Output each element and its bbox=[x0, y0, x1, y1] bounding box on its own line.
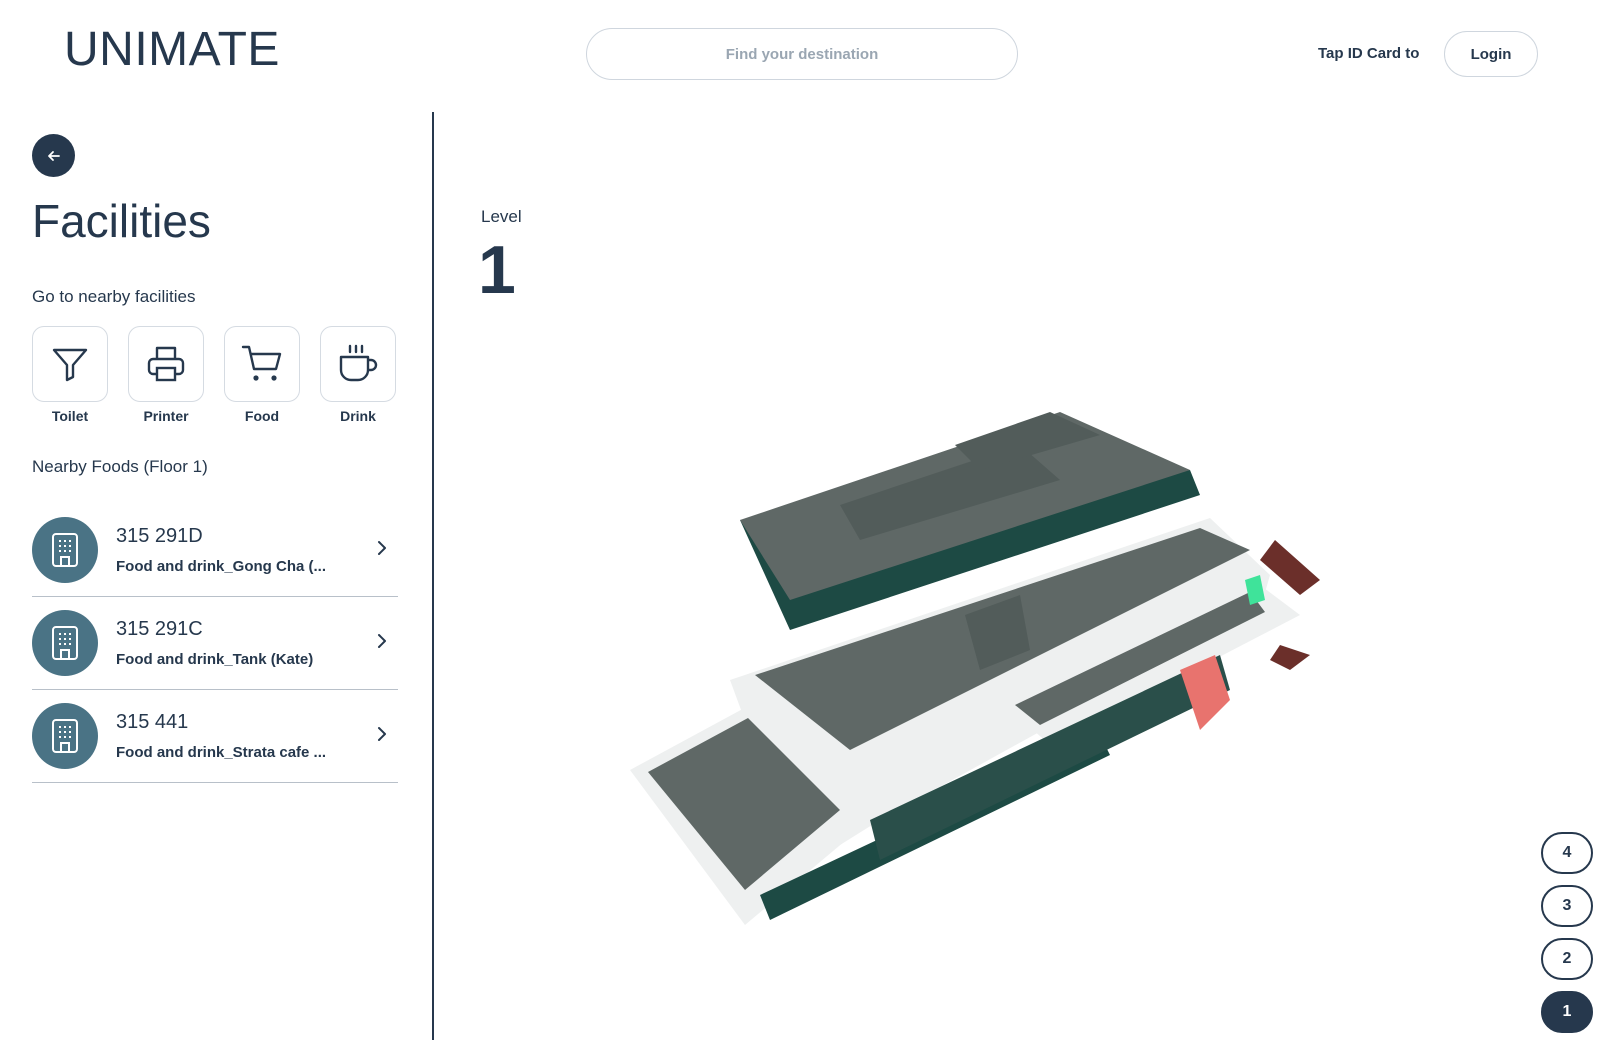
facility-icon-box bbox=[224, 326, 300, 402]
facility-label: Printer bbox=[143, 408, 189, 424]
facility-label: Food bbox=[244, 408, 280, 424]
food-room-number: 315 441 bbox=[116, 711, 189, 733]
food-name: Food and drink_Strata cafe ... bbox=[116, 744, 327, 761]
avatar bbox=[32, 703, 98, 769]
facility-label: Toilet bbox=[51, 408, 89, 424]
page-title: Facilities bbox=[32, 195, 211, 247]
floor-button-1[interactable]: 1 bbox=[1541, 991, 1593, 1033]
chevron-right-icon bbox=[378, 727, 386, 741]
balcony bbox=[1270, 645, 1310, 670]
building-icon bbox=[52, 626, 78, 660]
facility-icon-box bbox=[128, 326, 204, 402]
arrow-left-icon bbox=[47, 150, 60, 161]
facility-toilet-button[interactable]: Toilet bbox=[32, 326, 108, 424]
back-button[interactable] bbox=[32, 134, 75, 177]
food-room-number: 315 291D bbox=[116, 525, 203, 547]
avatar bbox=[32, 610, 98, 676]
balcony bbox=[1260, 540, 1320, 595]
facility-icon-box bbox=[320, 326, 396, 402]
login-button[interactable]: Login bbox=[1444, 31, 1538, 77]
nearby-facilities-heading: Go to nearby facilities bbox=[32, 287, 196, 306]
avatar bbox=[32, 517, 98, 583]
list-item[interactable]: 315 441 Food and drink_Strata cafe ... bbox=[32, 690, 398, 783]
list-item[interactable]: 315 291C Food and drink_Tank (Kate) bbox=[32, 597, 398, 690]
floor-button-3[interactable]: 3 bbox=[1541, 885, 1593, 927]
panel-divider bbox=[432, 112, 434, 1040]
floor-button-4[interactable]: 4 bbox=[1541, 832, 1593, 874]
food-room-number: 315 291C bbox=[116, 618, 203, 640]
chevron-right-icon bbox=[378, 634, 386, 648]
food-name: Food and drink_Gong Cha (... bbox=[116, 558, 326, 575]
building-icon bbox=[52, 719, 78, 753]
tap-id-label: Tap ID Card to bbox=[1318, 45, 1420, 62]
facility-printer-button[interactable]: Printer bbox=[128, 326, 204, 424]
cup-icon bbox=[339, 344, 378, 382]
facility-label: Drink bbox=[340, 408, 376, 424]
facility-food-button[interactable]: Food bbox=[224, 326, 300, 424]
food-name: Food and drink_Tank (Kate) bbox=[116, 651, 314, 668]
level-number: 1 bbox=[478, 232, 516, 308]
floor-button-2[interactable]: 2 bbox=[1541, 938, 1593, 980]
filter-icon bbox=[52, 348, 88, 382]
app-logo[interactable]: UNIMATE bbox=[64, 22, 280, 77]
search-input[interactable] bbox=[587, 44, 1017, 64]
level-label: Level bbox=[481, 207, 522, 226]
facility-buttons: Toilet Printer Food Drink bbox=[32, 326, 396, 424]
chevron-right-icon bbox=[378, 541, 386, 555]
nearby-foods-list: 315 291D Food and drink_Gong Cha (... 31… bbox=[32, 504, 398, 783]
nearby-foods-heading: Nearby Foods (Floor 1) bbox=[32, 457, 208, 476]
list-item[interactable]: 315 291D Food and drink_Gong Cha (... bbox=[32, 504, 398, 597]
facility-icon-box bbox=[32, 326, 108, 402]
cart-icon bbox=[241, 345, 282, 381]
facility-drink-button[interactable]: Drink bbox=[320, 326, 396, 424]
search-bar[interactable] bbox=[586, 28, 1018, 80]
building-icon bbox=[52, 533, 78, 567]
printer-icon bbox=[147, 346, 185, 382]
building-3d-model[interactable] bbox=[620, 400, 1360, 970]
